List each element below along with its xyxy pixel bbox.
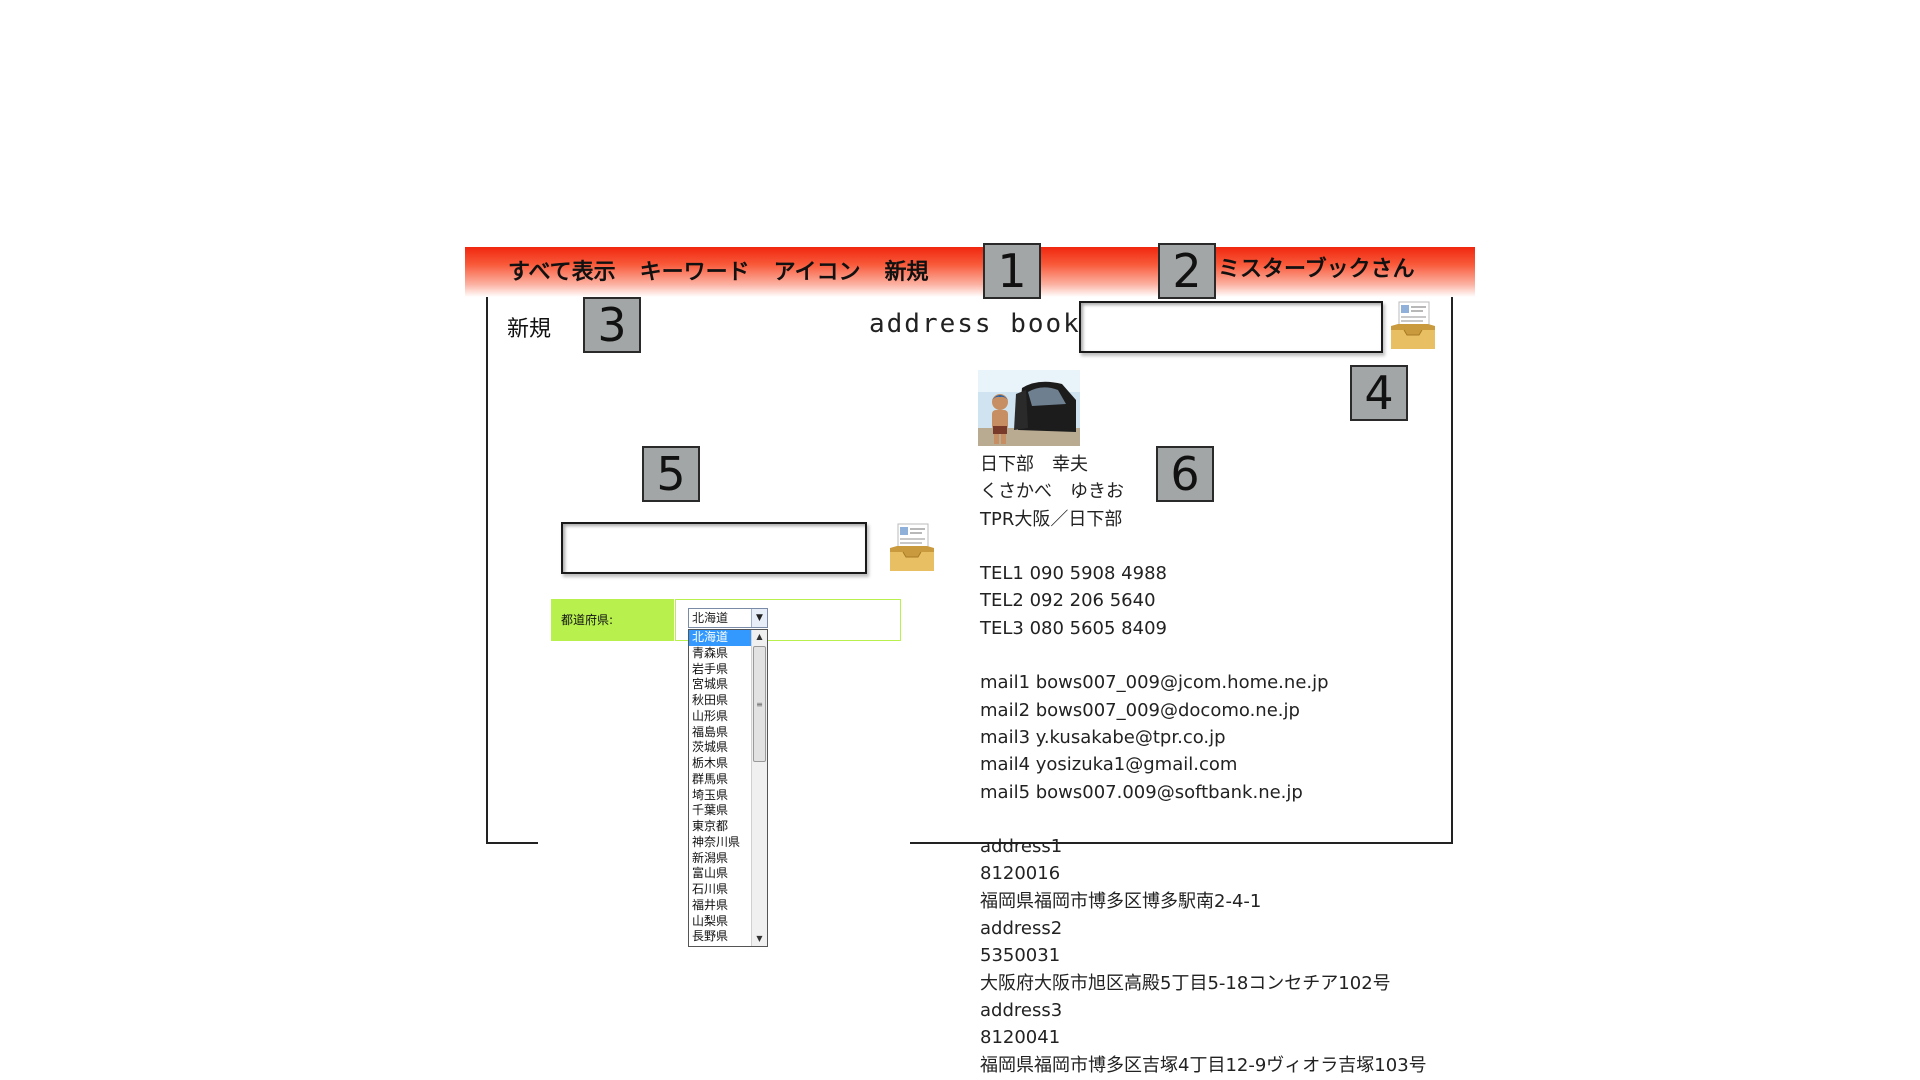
callout-4: 4	[1350, 365, 1408, 421]
tray-icon[interactable]	[887, 522, 937, 574]
contact-tel: TEL2 092 206 5640	[980, 590, 1156, 612]
contact-kana: くさかべ ゆきお	[980, 481, 1124, 503]
address-zip: 8120016	[980, 863, 1061, 885]
prefecture-option[interactable]: 福島県	[689, 725, 751, 741]
contact-company: TPR大阪／日下部	[980, 508, 1123, 530]
callout-3: 3	[583, 297, 641, 353]
prefecture-option[interactable]: 埼玉県	[689, 788, 751, 804]
page-title-new: 新規	[507, 317, 552, 342]
new-entry-input[interactable]	[561, 522, 867, 574]
prefecture-selected-value: 北海道	[692, 611, 729, 625]
address-zip: 5350031	[980, 945, 1061, 967]
nav-icon[interactable]: アイコン	[774, 254, 861, 286]
prefecture-option[interactable]: 富山県	[689, 866, 751, 882]
nav-new[interactable]: 新規	[885, 254, 929, 286]
prefecture-option[interactable]: 千葉県	[689, 803, 751, 819]
contact-tel: TEL1 090 5908 4988	[980, 563, 1167, 585]
contact-tel: TEL3 080 5605 8409	[980, 617, 1167, 639]
contact-photo[interactable]	[978, 370, 1080, 446]
prefecture-dropdown-list[interactable]: 北海道 青森県 岩手県 宮城県 秋田県 山形県 福島県 茨城県 栃木県 群馬県 …	[688, 629, 768, 947]
contact-mail: mail3 y.kusakabe@tpr.co.jp	[980, 726, 1226, 748]
prefecture-option[interactable]: 新潟県	[689, 851, 751, 867]
prefecture-option[interactable]: 神奈川県	[689, 835, 751, 851]
contact-mail: mail2 bows007_009@docomo.ne.jp	[980, 699, 1300, 721]
scroll-up-icon[interactable]: ▲	[752, 630, 767, 644]
prefecture-option[interactable]: 東京都	[689, 819, 751, 835]
contact-details: 日下部 幸夫 くさかべ ゆきお TPR大阪／日下部 TEL1 090 5908 …	[980, 451, 1427, 1079]
prefecture-option[interactable]: 長野県	[689, 929, 751, 945]
callout-2: 2	[1158, 243, 1216, 299]
contact-name: 日下部 幸夫	[980, 454, 1088, 475]
search-input[interactable]	[1079, 301, 1383, 353]
prefecture-option[interactable]: 青森県	[689, 646, 751, 662]
address-text: 福岡県福岡市博多区吉塚4丁目12-9ヴィオラ吉塚103号	[980, 1054, 1427, 1076]
prefecture-option[interactable]: 山梨県	[689, 914, 751, 930]
contact-mail: mail4 yosizuka1@gmail.com	[980, 754, 1238, 776]
scrollbar-thumb[interactable]: ≡	[753, 646, 766, 762]
dropdown-scrollbar[interactable]: ▲ ≡ ▼	[751, 630, 767, 946]
contact-mail: mail1 bows007_009@jcom.home.ne.jp	[980, 672, 1329, 694]
prefecture-option[interactable]: 山形県	[689, 709, 751, 725]
prefecture-option[interactable]: 宮城県	[689, 677, 751, 693]
prefecture-option[interactable]: 栃木県	[689, 756, 751, 772]
address-label: address2	[980, 918, 1063, 940]
address-text: 大阪府大阪市旭区高殿5丁目5-18コンセチア102号	[980, 972, 1391, 994]
prefecture-option[interactable]: 茨城県	[689, 740, 751, 756]
prefecture-label: 都道府県:	[551, 599, 674, 641]
tray-icon[interactable]	[1388, 300, 1438, 352]
prefecture-select[interactable]: 北海道 ▼	[688, 608, 768, 628]
frame-border-right	[1451, 247, 1453, 844]
prefecture-option[interactable]: 秋田県	[689, 693, 751, 709]
address-label: address1	[980, 836, 1063, 858]
callout-1: 1	[983, 243, 1041, 299]
frame-border-left	[486, 247, 488, 844]
frame-border-bottom	[486, 842, 538, 844]
user-name[interactable]: ミスターブックさん	[1218, 254, 1415, 286]
nav-show-all[interactable]: すべて表示	[508, 254, 616, 286]
address-label: address3	[980, 999, 1063, 1021]
prefecture-option[interactable]: 福井県	[689, 898, 751, 914]
app-title: address book	[869, 309, 1081, 339]
prefecture-option[interactable]: 石川県	[689, 882, 751, 898]
prefecture-option[interactable]: 北海道	[689, 630, 751, 646]
contact-mail: mail5 bows007.009@softbank.ne.jp	[980, 781, 1303, 803]
prefecture-option[interactable]: 群馬県	[689, 772, 751, 788]
address-zip: 8120041	[980, 1027, 1061, 1049]
address-text: 福岡県福岡市博多区博多駅南2-4-1	[980, 890, 1262, 912]
main-nav: すべて表示 キーワード アイコン 新規	[508, 254, 953, 286]
scroll-down-icon[interactable]: ▼	[752, 932, 767, 946]
nav-keyword[interactable]: キーワード	[640, 254, 750, 286]
callout-5: 5	[642, 446, 700, 502]
prefecture-option[interactable]: 岩手県	[689, 662, 751, 678]
chevron-down-icon[interactable]: ▼	[751, 609, 767, 627]
